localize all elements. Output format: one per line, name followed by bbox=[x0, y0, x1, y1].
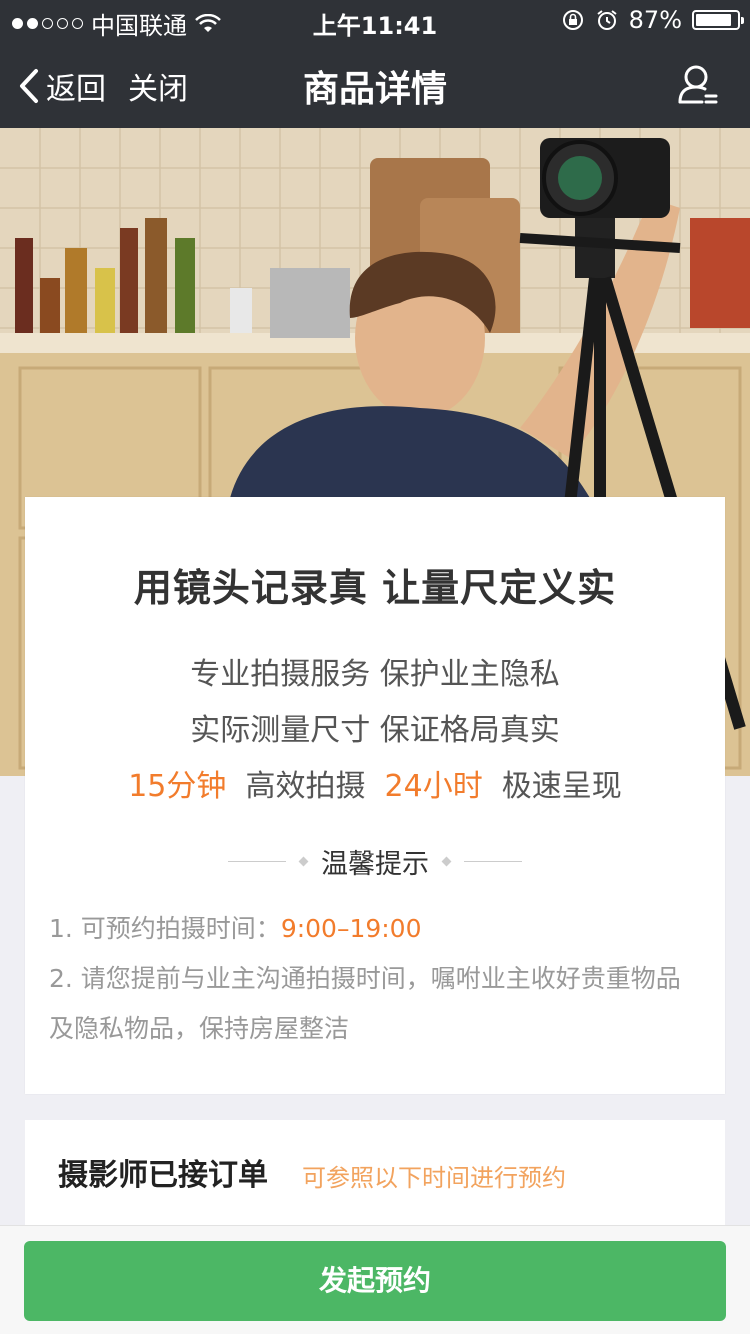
order-card-title: 摄影师已接订单 bbox=[58, 1158, 268, 1193]
nav-bar: 返回 关闭 商品详情 bbox=[0, 40, 750, 128]
time-highlight-1: 15分钟 bbox=[128, 769, 227, 804]
feature-line-1: 专业拍摄服务 保护业主隐私 bbox=[190, 657, 560, 692]
user-icon[interactable] bbox=[676, 62, 720, 106]
tip-item-2: 2. 请您提前与业主沟通拍摄时间，嘱咐业主收好贵重物品及隐私物品，保持房屋整洁 bbox=[49, 964, 681, 1043]
order-card: 摄影师已接订单 可参照以下时间进行预约 bbox=[25, 1120, 725, 1240]
tip-item-1: 1. 可预约拍摄时间：9:00–19:00 bbox=[49, 904, 701, 954]
divider-left bbox=[228, 861, 286, 862]
diamond-icon bbox=[298, 856, 309, 867]
book-appointment-button[interactable]: 发起预约 bbox=[24, 1241, 726, 1321]
order-card-subtitle: 可参照以下时间进行预约 bbox=[302, 1164, 566, 1192]
tip-1-time: 9:00–19:00 bbox=[280, 914, 422, 943]
orientation-lock-icon bbox=[562, 10, 583, 30]
info-card: 用镜头记录真 让量尺定义实 专业拍摄服务 保护业主隐私 实际测量尺寸 保证格局真… bbox=[25, 497, 725, 1094]
diamond-icon bbox=[441, 856, 452, 867]
divider-right bbox=[464, 861, 522, 862]
page-title: 商品详情 bbox=[302, 69, 447, 110]
time-highlight-2: 24小时 bbox=[384, 769, 483, 804]
card-title: 用镜头记录真 让量尺定义实 bbox=[133, 566, 617, 610]
tips-header: 温馨提示 bbox=[25, 842, 725, 881]
feature-line-3: 15分钟 高效拍摄 24小时 极速呈现 bbox=[25, 761, 725, 805]
battery-percent: 87% bbox=[628, 6, 682, 34]
alarm-icon bbox=[597, 10, 617, 30]
status-right: 87% bbox=[561, 6, 744, 34]
time-desc-1: 高效拍摄 bbox=[245, 769, 366, 804]
tip-1-text: 1. 可预约拍摄时间： bbox=[49, 914, 281, 943]
feature-line-2: 实际测量尺寸 保证格局真实 bbox=[190, 713, 560, 748]
status-bar: 中国联通 上午11:41 87% bbox=[0, 0, 750, 40]
battery-icon bbox=[692, 10, 744, 30]
time-desc-2: 极速呈现 bbox=[501, 769, 622, 804]
bottom-bar: 发起预约 bbox=[0, 1225, 750, 1334]
tips-title: 温馨提示 bbox=[321, 849, 429, 880]
